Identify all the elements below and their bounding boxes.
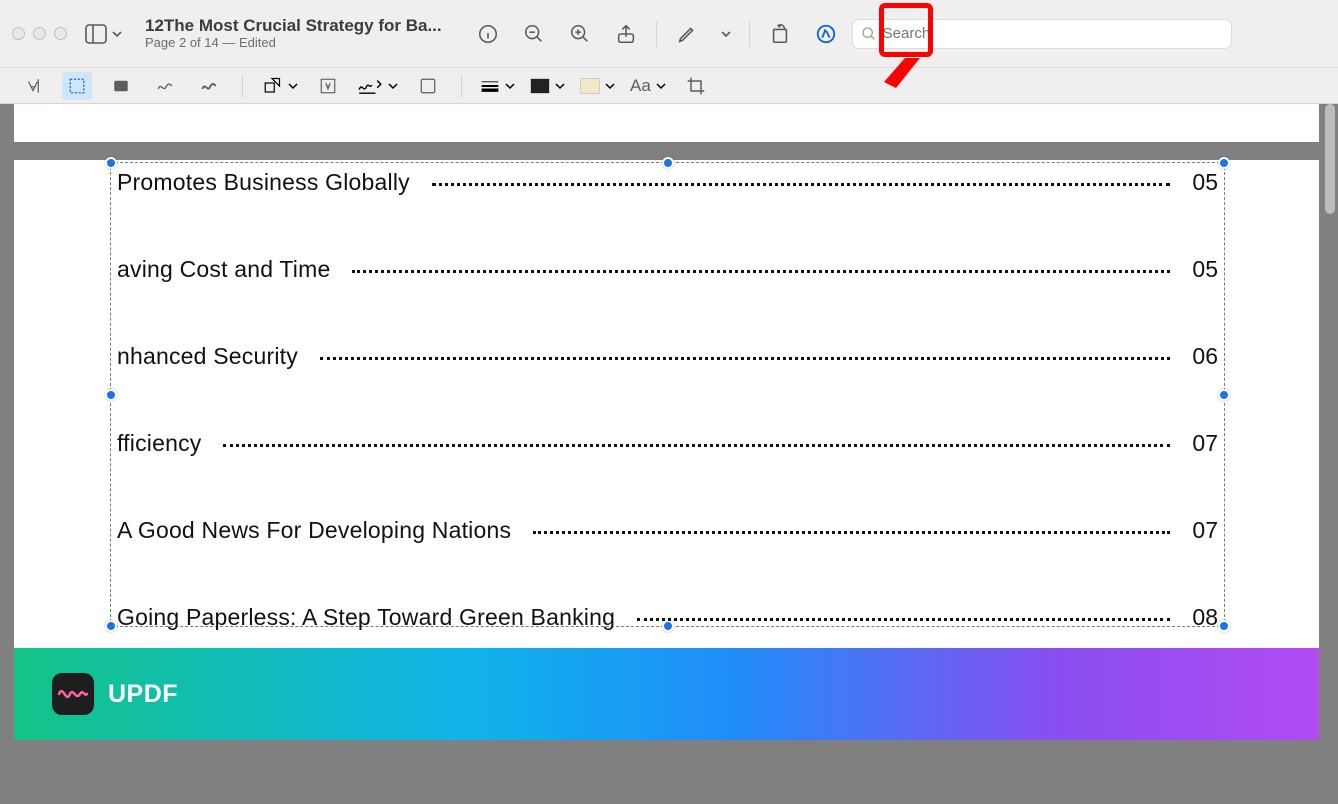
toc-leader-dots [320,350,1170,364]
search-input[interactable] [883,25,1223,42]
search-field[interactable] [852,19,1232,49]
zoom-window-icon[interactable] [54,27,67,40]
sketch-tool[interactable] [150,72,180,100]
toc-page: 07 [1170,430,1218,457]
font-tool[interactable]: Aa [630,76,667,96]
toc-page: 06 [1170,343,1218,370]
page-previous-sliver [14,104,1319,142]
share-button[interactable] [608,16,644,52]
table-of-contents: Promotes Business Globally 05 aving Cost… [111,169,1224,631]
toc-row: aving Cost and Time 05 [117,256,1218,283]
sign-tool[interactable] [357,77,399,95]
toolbar-separator [749,21,750,47]
sketch-fill-tool[interactable] [194,72,224,100]
toc-title: fficiency [117,430,223,457]
toc-page: 07 [1170,517,1218,544]
toc-row: nhanced Security 06 [117,343,1218,370]
toc-title: Going Paperless: A Step Toward Green Ban… [117,604,637,631]
zoom-in-button[interactable] [562,16,598,52]
toc-title: aving Cost and Time [117,256,352,283]
document-title: 12The Most Crucial Strategy for Ba... [145,16,442,36]
document-page[interactable]: Promotes Business Globally 05 aving Cost… [14,160,1319,740]
rotate-button[interactable] [762,16,798,52]
inspector-button[interactable] [470,16,506,52]
fill-swatch-icon [580,78,600,94]
resize-handle-tm[interactable] [662,157,674,169]
text-select-tool[interactable] [18,72,48,100]
vertical-scrollbar[interactable] [1321,104,1338,524]
titlebar: 12The Most Crucial Strategy for Ba... Pa… [0,0,1338,68]
toc-row: Going Paperless: A Step Toward Green Ban… [117,604,1218,631]
line-style-tool[interactable] [480,79,516,93]
tool-separator [242,75,243,97]
toc-title: Promotes Business Globally [117,169,432,196]
toc-title: A Good News For Developing Nations [117,517,533,544]
title-zone: 12The Most Crucial Strategy for Ba... Pa… [145,16,442,50]
resize-handle-tl[interactable] [105,157,117,169]
tool-separator [461,75,462,97]
note-tool[interactable] [413,72,443,100]
toc-row: fficiency 07 [117,430,1218,457]
sidebar-view-button[interactable] [85,24,123,44]
page-status: Page 2 of 14 — Edited [145,36,442,51]
redact-tool[interactable] [106,72,136,100]
stroke-color-tool[interactable] [530,78,566,94]
brand-banner: UPDF [14,648,1319,740]
toc-title: nhanced Security [117,343,320,370]
font-icon: Aa [630,76,651,96]
toc-page: 05 [1170,169,1218,196]
toc-leader-dots [533,524,1170,538]
toc-row: Promotes Business Globally 05 [117,169,1218,196]
markup-button[interactable] [808,16,844,52]
shapes-tool[interactable] [261,77,299,95]
brand-name: UPDF [108,680,178,709]
fill-color-tool[interactable] [580,78,616,94]
resize-handle-tr[interactable] [1218,157,1230,169]
toolbar-separator [656,21,657,47]
scrollbar-thumb[interactable] [1325,104,1335,214]
toc-page: 05 [1170,256,1218,283]
text-tool[interactable] [313,72,343,100]
rect-select-tool[interactable] [62,72,92,100]
toc-row: A Good News For Developing Nations 07 [117,517,1218,544]
toc-page: 08 [1170,604,1218,631]
stroke-swatch-icon [530,78,550,94]
zoom-out-button[interactable] [516,16,552,52]
crop-selection[interactable]: Promotes Business Globally 05 aving Cost… [110,162,1225,627]
search-icon [861,26,877,42]
highlight-menu-button[interactable] [715,16,737,52]
toc-leader-dots [352,263,1170,277]
crop-tool[interactable] [681,72,711,100]
close-window-icon[interactable] [12,27,25,40]
toc-leader-dots [637,611,1170,625]
markup-toolbar: Aa [0,68,1338,104]
toc-leader-dots [223,437,1170,451]
window-controls [12,27,67,40]
highlight-button[interactable] [669,16,705,52]
toc-leader-dots [432,176,1171,190]
updf-logo-icon [52,673,94,715]
document-area: Promotes Business Globally 05 aving Cost… [14,104,1319,804]
toolbar-icons-left [470,16,844,52]
minimize-window-icon[interactable] [33,27,46,40]
